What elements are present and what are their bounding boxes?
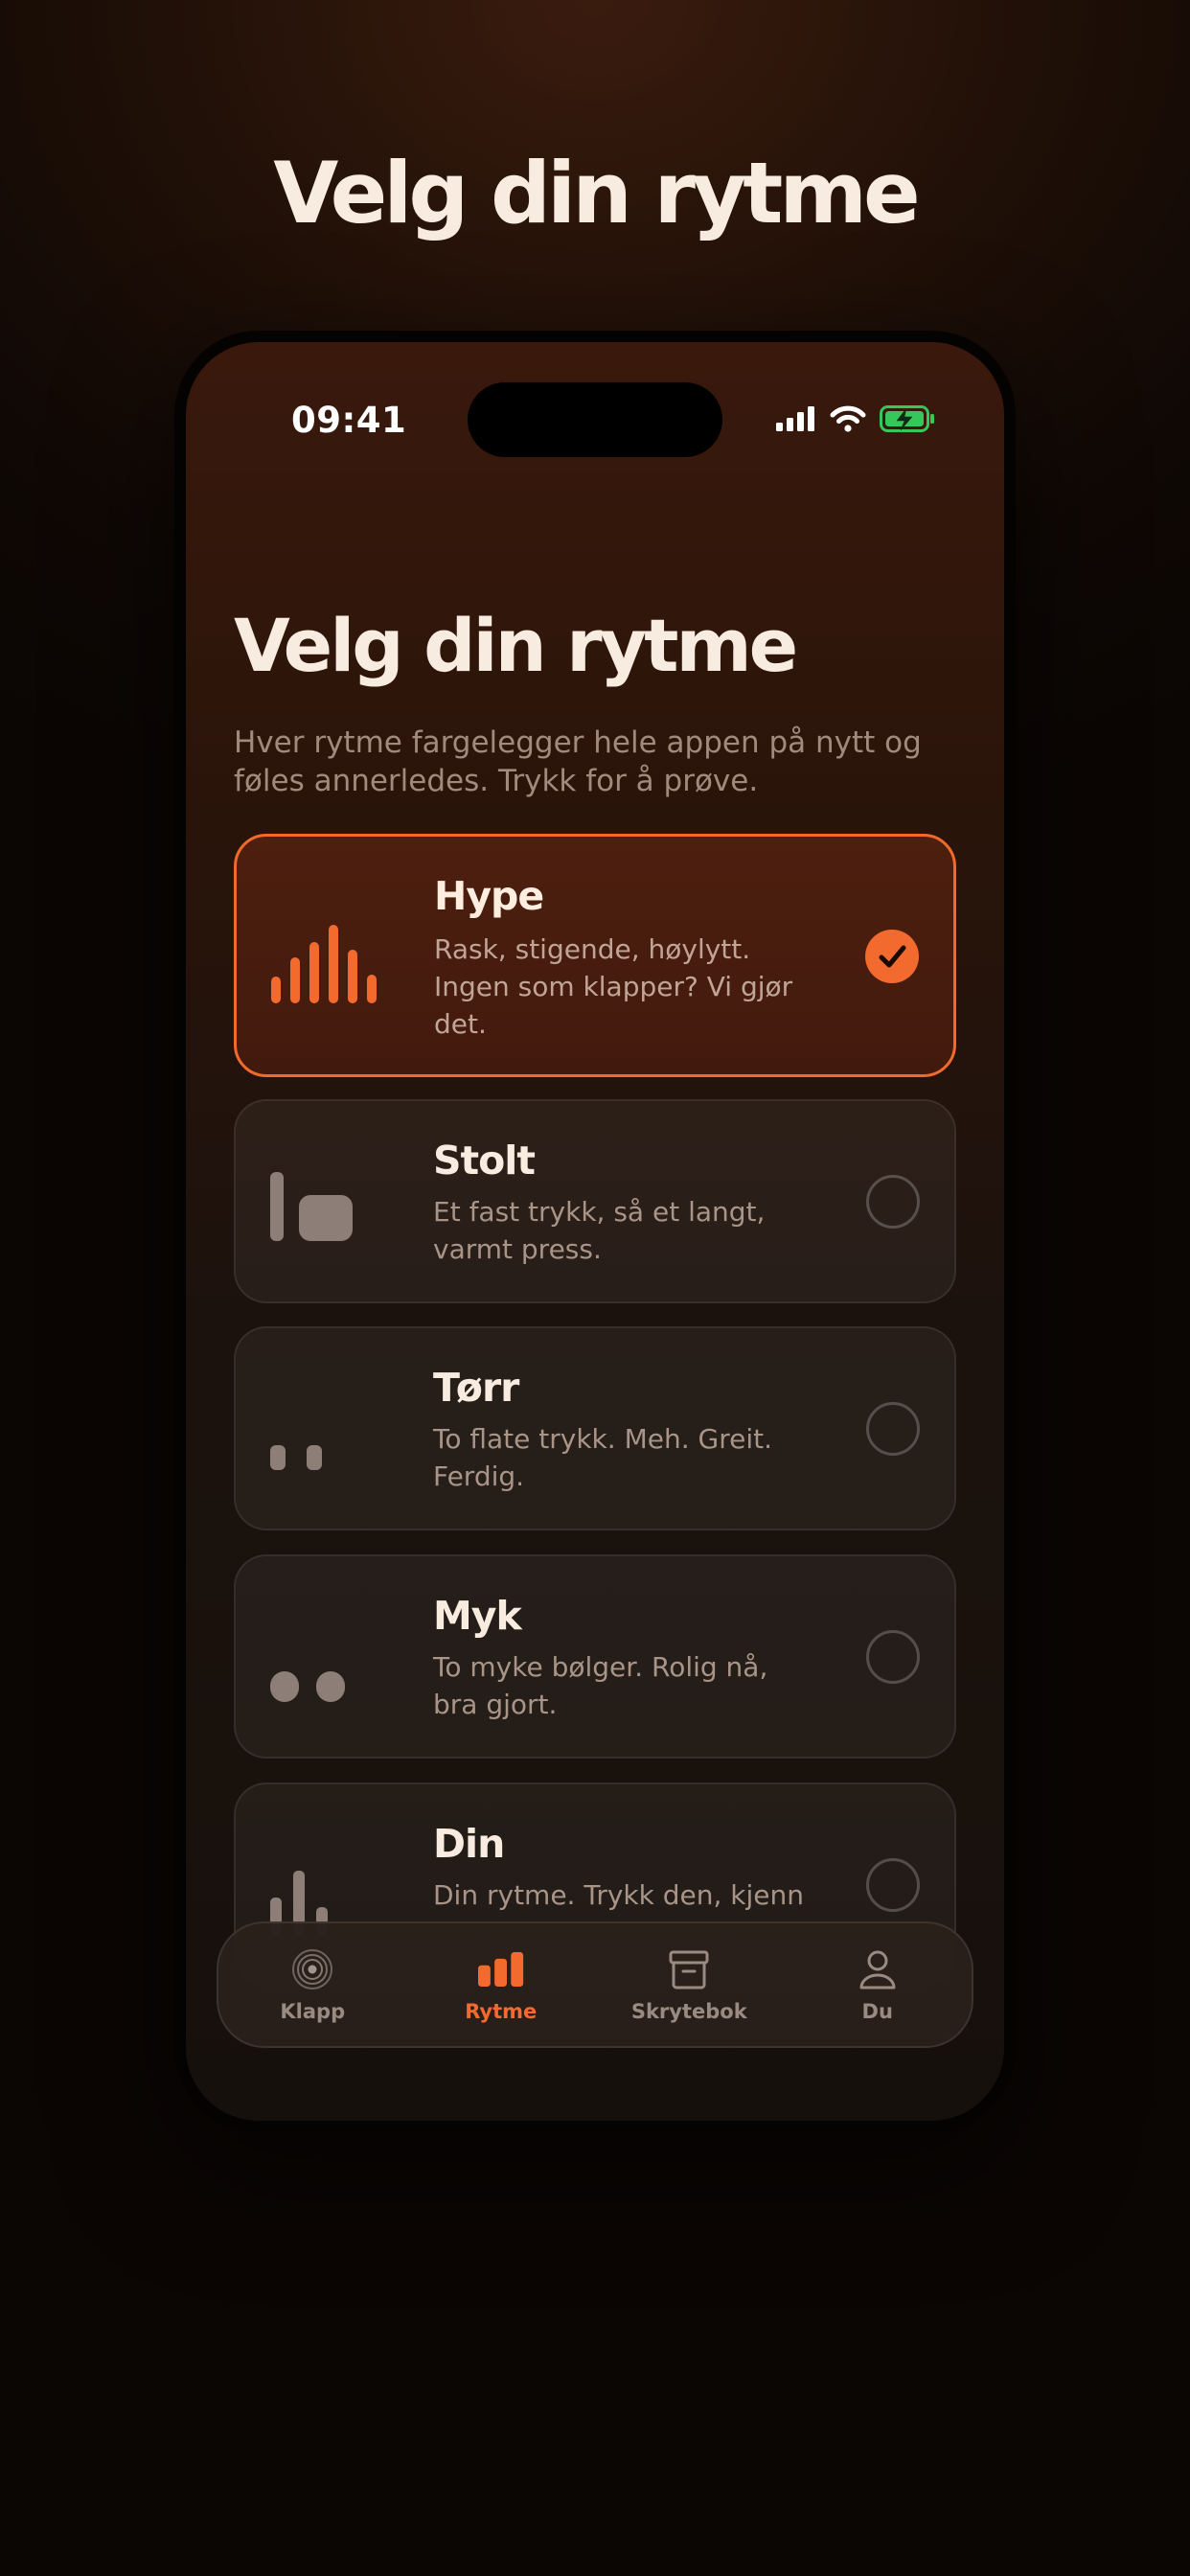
status-bar: 09:41 (186, 342, 1004, 467)
rhythm-card-stolt[interactable]: Stolt Et fast trykk, så et langt, varmt … (234, 1099, 956, 1303)
rhythm-card-myk[interactable]: Myk To myke bølger. Rolig nå, bra gjort. (234, 1554, 956, 1759)
two-soft-waves-icon (270, 1671, 345, 1702)
rhythm-description: To flate trykk. Meh. Greit. Ferdig. (433, 1423, 772, 1492)
selected-check-icon[interactable] (865, 930, 919, 983)
rhythm-title: Din (433, 1821, 505, 1867)
cellular-signal-icon (776, 406, 814, 431)
rhythm-description: Din rytme. Trykk den, kjenn (433, 1879, 805, 1911)
rhythm-title: Tørr (433, 1365, 519, 1411)
rhythm-description: Rask, stigende, høylytt. Ingen som klapp… (434, 933, 793, 1040)
rhythm-title: Myk (433, 1593, 522, 1639)
tab-du[interactable]: Du (784, 1923, 973, 2046)
phone-frame: 09:41 Velg din rytme Hver rytme fargeleg… (174, 331, 1016, 2132)
radio-button[interactable] (866, 1175, 920, 1229)
rhythm-card-torr[interactable]: Tørr To flate trykk. Meh. Greit. Ferdig. (234, 1326, 956, 1530)
hero-title: Velg din rytme (273, 144, 920, 242)
rhythm-card-hype[interactable]: Hype Rask, stigende, høylytt. Ingen som … (234, 834, 956, 1077)
tab-label: Skrytebok (630, 2000, 747, 2023)
bars-icon (477, 1946, 524, 1992)
radio-button[interactable] (866, 1630, 920, 1684)
radio-button[interactable] (866, 1858, 920, 1912)
status-time: 09:41 (291, 400, 407, 441)
tab-klapp[interactable]: Klapp (218, 1923, 407, 2046)
rhythm-description: To myke bølger. Rolig nå, bra gjort. (433, 1651, 768, 1720)
tap-press-icon (270, 1172, 353, 1241)
rhythm-title: Stolt (433, 1138, 536, 1184)
battery-charging-icon (880, 405, 934, 432)
rhythm-title: Hype (434, 873, 544, 919)
tab-rytme[interactable]: Rytme (407, 1923, 596, 2046)
wifi-icon (830, 405, 866, 432)
two-flat-taps-icon (270, 1445, 322, 1470)
screen-subtitle: Hver rytme fargelegger hele appen på nyt… (234, 725, 922, 798)
dynamic-island (468, 382, 722, 457)
tab-label: Rytme (465, 2000, 538, 2023)
screen-title: Velg din rytme (234, 603, 798, 688)
status-icons (776, 403, 935, 434)
rising-bars-icon (271, 925, 377, 1003)
target-icon (289, 1946, 335, 1992)
tab-label: Klapp (280, 2000, 346, 2023)
rhythm-description: Et fast trykk, så et langt, varmt press. (433, 1196, 766, 1265)
tab-bar: Klapp Rytme Skrytebok Du (217, 1921, 973, 2048)
tab-skrytebok[interactable]: Skrytebok (595, 1923, 784, 2046)
tab-label: Du (861, 2000, 893, 2023)
archive-box-icon (666, 1946, 712, 1992)
person-icon (855, 1946, 901, 1992)
radio-button[interactable] (866, 1402, 920, 1456)
